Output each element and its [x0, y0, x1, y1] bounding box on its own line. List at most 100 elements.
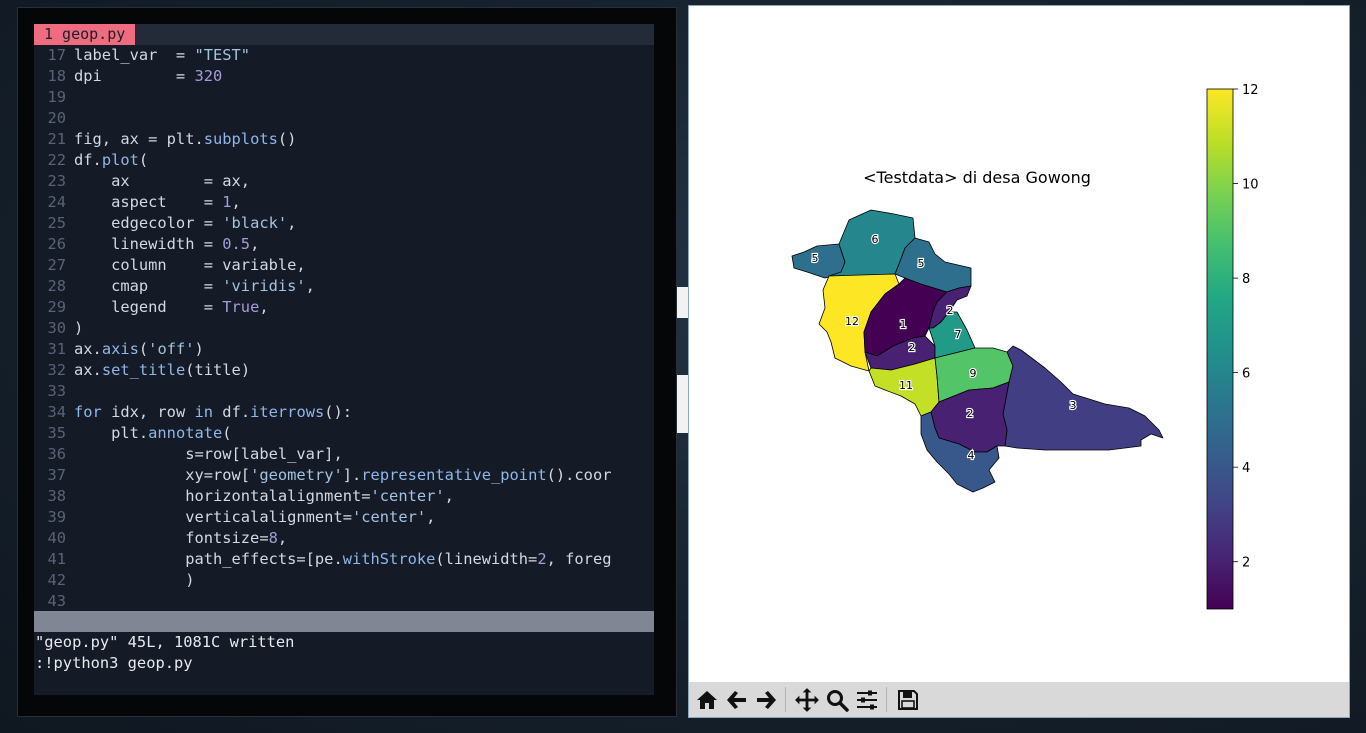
code-line[interactable]: 21 fig, ax = plt.subplots()	[34, 129, 654, 150]
code-line[interactable]: 26 linewidth = 0.5,	[34, 234, 654, 255]
message-line: "geop.py" 45L, 1081C written	[35, 633, 295, 651]
figure-window[interactable]: <Testdata> di desa Gowong 5 6 5 12 1 2 2 7 11 9 3 2…	[688, 5, 1350, 718]
code-line[interactable]: 23 ax = ax,	[34, 171, 654, 192]
code-token: verticalalignment=	[74, 508, 352, 526]
code-token: fontsize=	[74, 529, 269, 547]
line-number: 23	[47, 172, 66, 190]
code-line[interactable]: 28 cmap = 'viridis',	[34, 276, 654, 297]
code-token: linewidth =	[74, 235, 223, 253]
command-line[interactable]: :!python3 geop.py	[34, 653, 193, 674]
code-line[interactable]: 20	[34, 108, 654, 129]
code-token: (linewidth=	[435, 550, 538, 568]
code-line[interactable]: 17 label_var = "TEST"	[34, 45, 654, 66]
code-token: legend =	[74, 298, 223, 316]
line-number: 40	[47, 529, 66, 547]
line-number: 29	[47, 298, 66, 316]
code-line[interactable]: 32 ax.set_title(title)	[34, 360, 654, 381]
code-line[interactable]: 37 xy=row['geometry'].representative_poi…	[34, 465, 654, 486]
code-line[interactable]: 18 dpi = 320	[34, 66, 654, 87]
pan-icon[interactable]	[793, 686, 820, 713]
vim-editor[interactable]: 1 geop.py 17 label_var = "TEST" 18 dpi = 32…	[34, 24, 654, 695]
zoom-icon[interactable]	[823, 686, 850, 713]
code-line[interactable]: 27 column = variable,	[34, 255, 654, 276]
back-icon[interactable]	[723, 686, 750, 713]
line-number: 27	[47, 256, 66, 274]
code-token: horizontalalignment=	[74, 487, 371, 505]
code-token: 0.5	[222, 235, 251, 253]
buffer-tab[interactable]: 1 geop.py	[34, 24, 136, 45]
code-line[interactable]: 42 )	[34, 570, 654, 591]
code-line[interactable]: 25 edgecolor = 'black',	[34, 213, 654, 234]
line-number: 22	[47, 151, 66, 169]
code-line[interactable]: 30)	[34, 318, 654, 339]
region-label: 2	[967, 407, 974, 420]
code-line[interactable]: 40 fontsize=8,	[34, 528, 654, 549]
code-token: ,	[277, 529, 288, 547]
code-token: annotate	[148, 424, 223, 442]
code-line[interactable]: 24 aspect = 1,	[34, 192, 654, 213]
code-token: df.	[213, 403, 251, 421]
code-token: aspect =	[74, 193, 223, 211]
code-area[interactable]: 17 label_var = "TEST" 18 dpi = 320 19 20 21 fig…	[34, 45, 654, 612]
code-token: True	[222, 298, 260, 316]
code-line[interactable]: 39 verticalalignment='center',	[34, 507, 654, 528]
code-token: ().coor	[546, 466, 612, 484]
terminal-window[interactable]: 1 geop.py 17 label_var = "TEST" 18 dpi = 32…	[17, 7, 677, 717]
line-number: 42	[47, 571, 66, 589]
code-token: idx, row	[101, 403, 195, 421]
code-token: ,	[444, 487, 454, 505]
code-line[interactable]: 29 legend = True,	[34, 297, 654, 318]
code-token: 'center'	[351, 508, 427, 526]
code-token: 8	[268, 529, 278, 547]
code-token: (	[222, 424, 232, 442]
code-token: plt.	[74, 424, 149, 442]
code-token: 320	[194, 67, 223, 85]
code-line[interactable]: 34 for idx, row in df.iterrows():	[34, 402, 654, 423]
line-number: 18	[47, 67, 66, 85]
code-token: iterrows	[250, 403, 325, 421]
code-line[interactable]: 19	[34, 87, 654, 108]
code-token: set_title	[101, 361, 186, 379]
tab-line: 1 geop.py	[34, 24, 654, 45]
status-line	[34, 611, 654, 632]
line-number: 34	[47, 403, 66, 421]
code-line[interactable]: 31 ax.axis('off')	[34, 339, 654, 360]
region-label: 3	[1070, 399, 1077, 412]
code-token: plot	[101, 151, 139, 169]
line-number: 38	[47, 487, 66, 505]
code-line[interactable]: 36 s=row[label_var],	[34, 444, 654, 465]
region-label: 2	[909, 341, 916, 354]
code-line[interactable]: 43	[34, 591, 654, 612]
save-icon[interactable]	[894, 686, 921, 713]
code-token: label_var =	[74, 46, 195, 64]
code-token: , foreg	[546, 550, 612, 568]
colorbar-ticks: 2 4 6 8 10 12	[1233, 83, 1259, 571]
line-number: 17	[47, 46, 66, 64]
toolbar-separator	[886, 687, 887, 712]
line-number: 30	[47, 319, 66, 337]
region-label: 12	[845, 315, 859, 328]
forward-icon[interactable]	[752, 686, 779, 713]
code-token: ,	[259, 298, 269, 316]
configure-subplots-icon[interactable]	[853, 686, 880, 713]
code-line[interactable]: 33	[34, 381, 654, 402]
code-line[interactable]: 38 horizontalalignment='center',	[34, 486, 654, 507]
plot-title: <Testdata> di desa Gowong	[863, 168, 1091, 187]
code-token: cmap =	[74, 277, 223, 295]
line-number: 26	[47, 235, 66, 253]
code-token: (	[138, 151, 149, 169]
code-token: path_effects=[pe.	[74, 550, 343, 568]
code-line[interactable]: 41 path_effects=[pe.withStroke(linewidth…	[34, 549, 654, 570]
code-token: )	[74, 571, 195, 589]
code-token: (title)	[185, 361, 251, 379]
code-line[interactable]: 22 df.plot(	[34, 150, 654, 171]
home-icon[interactable]	[693, 686, 720, 713]
code-line[interactable]: 35 plt.annotate(	[34, 423, 654, 444]
code-token: in	[194, 403, 214, 421]
code-token: 1	[222, 193, 232, 211]
code-token: ,	[231, 193, 241, 211]
code-token: 'viridis'	[222, 277, 306, 295]
code-token: axis	[101, 340, 139, 358]
region-label: 4	[968, 449, 975, 462]
line-number: 33	[47, 382, 66, 400]
